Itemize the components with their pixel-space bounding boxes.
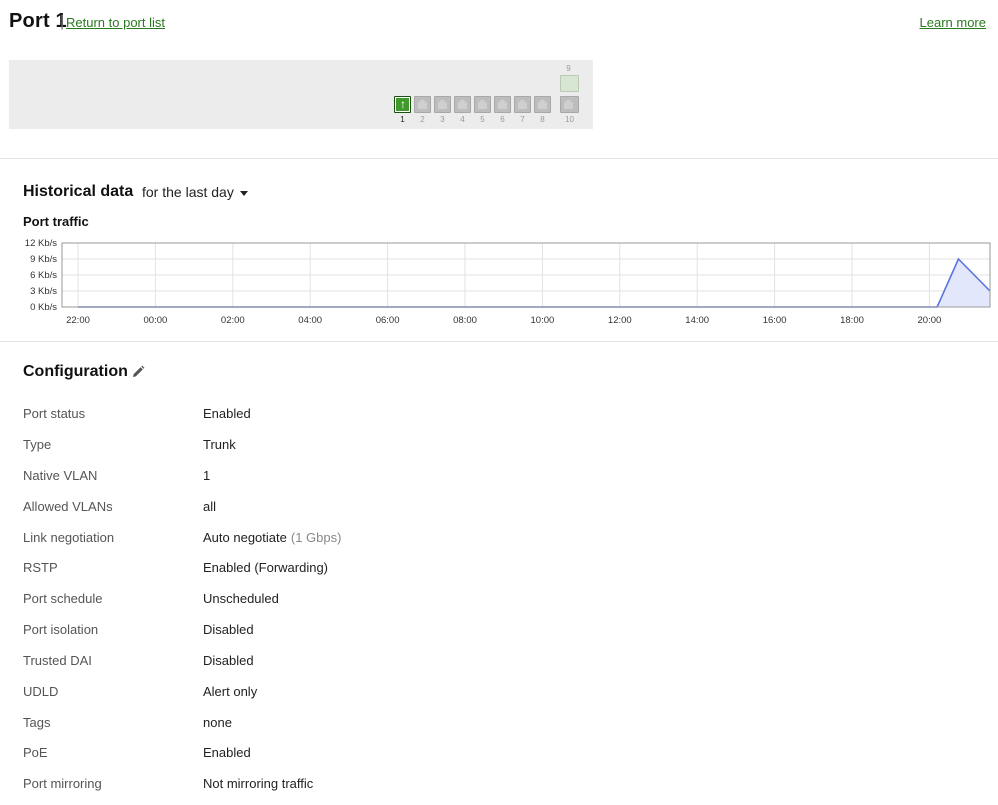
title-separator: |: [60, 13, 65, 30]
link-speed: (1 Gbps): [290, 530, 342, 545]
port-label: 4: [460, 115, 465, 124]
y-tick-label: 3 Kb/s: [30, 286, 57, 297]
config-label: PoE: [23, 745, 48, 760]
config-value: Disabled: [203, 653, 254, 668]
config-row-port-isolation: Port isolation Disabled: [23, 622, 723, 642]
port-label: 9: [566, 64, 571, 73]
config-row-link-negotiation: Link negotiation Auto negotiate (1 Gbps): [23, 530, 723, 550]
config-label: RSTP: [23, 560, 58, 575]
port-4[interactable]: [454, 96, 471, 113]
config-value-text: Auto negotiate: [203, 530, 287, 545]
config-row-port-status: Port status Enabled: [23, 406, 723, 426]
port-1[interactable]: ↑: [394, 96, 411, 113]
config-label: Link negotiation: [23, 530, 115, 545]
x-tick-label: 04:00: [298, 315, 322, 326]
x-tick-label: 02:00: [221, 315, 245, 326]
config-label: Port status: [23, 406, 86, 421]
learn-more-link[interactable]: Learn more: [920, 15, 986, 30]
port-label: 7: [520, 115, 525, 124]
config-value: Alert only: [203, 684, 258, 699]
config-row-native-vlan: Native VLAN 1: [23, 468, 723, 488]
time-range-dropdown[interactable]: for the last day: [142, 184, 248, 200]
config-label: Trusted DAI: [23, 653, 92, 668]
x-tick-label: 12:00: [608, 315, 632, 326]
x-tick-label: 20:00: [918, 315, 942, 326]
config-value: Enabled: [203, 745, 251, 760]
config-row-trusted-dai: Trusted DAI Disabled: [23, 653, 723, 673]
config-value: all: [203, 499, 217, 514]
config-value: 1: [203, 468, 211, 483]
port-label: 10: [565, 115, 574, 124]
config-label: Allowed VLANs: [23, 499, 113, 514]
config-row-allowed-vlans: Allowed VLANs all: [23, 499, 723, 519]
pencil-icon[interactable]: [131, 365, 145, 379]
port-traffic-chart: 0 Kb/s 3 Kb/s 6 Kb/s 9 Kb/s 12 Kb/s 22:00 00:0…: [25, 238, 991, 326]
x-tick-label: 00:00: [144, 315, 168, 326]
port-label: 8: [540, 115, 545, 124]
port-9[interactable]: [560, 75, 579, 92]
port-label: 1: [400, 115, 405, 124]
config-row-poe: PoE Enabled: [23, 745, 723, 765]
y-tick-label: 12 Kb/s: [25, 238, 57, 249]
config-row-port-mirroring: Port mirroring Not mirroring traffic: [23, 776, 723, 796]
config-value: Enabled: [203, 406, 251, 421]
y-tick-label: 0 Kb/s: [30, 302, 57, 313]
section-divider: [0, 341, 998, 342]
port-label: 2: [420, 115, 425, 124]
x-tick-label: 08:00: [453, 315, 477, 326]
port-label: 3: [440, 115, 445, 124]
config-label: Type: [23, 437, 52, 452]
config-value: Not mirroring traffic: [203, 776, 314, 791]
x-tick-label: 18:00: [840, 315, 864, 326]
config-row-rstp: RSTP Enabled (Forwarding): [23, 560, 723, 580]
config-value: Trunk: [203, 437, 236, 452]
time-range-value: for the last day: [142, 184, 234, 200]
config-value: Enabled (Forwarding): [203, 560, 329, 575]
config-label: UDLD: [23, 684, 59, 699]
config-value: Unscheduled: [203, 591, 279, 606]
historical-data-heading: Historical data: [23, 183, 134, 200]
port-10[interactable]: [560, 96, 579, 113]
config-label: Native VLAN: [23, 468, 98, 483]
y-tick-label: 6 Kb/s: [30, 270, 57, 281]
config-label: Port schedule: [23, 591, 103, 606]
config-label: Port isolation: [23, 622, 99, 637]
y-tick-label: 9 Kb/s: [30, 254, 57, 265]
config-row-udld: UDLD Alert only: [23, 684, 723, 704]
page-title: Port 1: [9, 10, 67, 32]
port-2[interactable]: [414, 96, 431, 113]
config-row-type: Type Trunk: [23, 437, 723, 457]
config-label: Tags: [23, 715, 51, 730]
port-6[interactable]: [494, 96, 511, 113]
x-tick-label: 10:00: [531, 315, 555, 326]
x-tick-label: 22:00: [66, 315, 90, 326]
caret-down-icon: [239, 190, 248, 196]
return-to-port-list-link[interactable]: Return to port list: [66, 15, 165, 30]
port-label: 5: [480, 115, 485, 124]
port-5[interactable]: [474, 96, 491, 113]
port-label: 6: [500, 115, 505, 124]
config-label: Port mirroring: [23, 776, 102, 791]
config-value: Disabled: [203, 622, 254, 637]
port-8[interactable]: [534, 96, 551, 113]
x-tick-label: 16:00: [763, 315, 787, 326]
x-tick-label: 06:00: [376, 315, 400, 326]
switch-port-diagram: ↑ 1 2 3 4 5 6 7 8 9 10: [9, 60, 593, 129]
page-header: Port 1 | Return to port list Learn more: [9, 10, 989, 36]
config-row-tags: Tags none: [23, 715, 723, 735]
config-value: Auto negotiate (1 Gbps): [203, 530, 341, 545]
configuration-heading: Configuration: [23, 363, 128, 380]
x-tick-label: 14:00: [685, 315, 709, 326]
config-value: none: [203, 715, 232, 730]
port-7[interactable]: [514, 96, 531, 113]
port-3[interactable]: [434, 96, 451, 113]
chart-title: Port traffic: [23, 214, 89, 229]
config-row-port-schedule: Port schedule Unscheduled: [23, 591, 723, 611]
up-arrow-icon: ↑: [400, 97, 406, 111]
section-divider: [0, 158, 998, 159]
